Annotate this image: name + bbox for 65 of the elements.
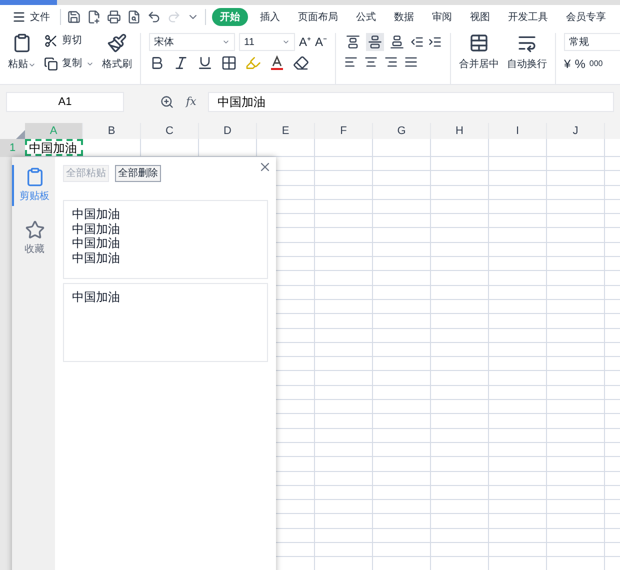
ribbon-tab[interactable]: 数据 xyxy=(388,10,420,24)
undo-icon[interactable] xyxy=(147,10,161,24)
merge-center-button[interactable]: 合并居中 xyxy=(459,33,500,84)
indent-decrease-icon[interactable] xyxy=(410,35,424,49)
vertical-align-button[interactable] xyxy=(388,33,406,51)
zoom-icon[interactable] xyxy=(160,95,174,109)
ribbon-tab[interactable]: 页面布局 xyxy=(292,10,344,24)
close-icon[interactable] xyxy=(258,160,272,174)
clipboard-icon xyxy=(24,167,44,187)
ribbon-tab[interactable]: 会员专享 xyxy=(560,10,612,24)
ribbon-tab[interactable]: 视图 xyxy=(464,10,496,24)
ribbon-tab[interactable]: 插入 xyxy=(254,10,286,24)
format-painter-button[interactable]: 格式刷 xyxy=(102,33,132,84)
italic-icon[interactable] xyxy=(173,55,189,71)
grow-font-button[interactable]: A⁺ xyxy=(299,36,312,48)
fill-color-icon[interactable] xyxy=(245,55,261,71)
menu-icon xyxy=(12,10,26,24)
star-icon xyxy=(24,220,44,240)
align-left-icon[interactable] xyxy=(344,55,358,69)
vertical-align-button[interactable] xyxy=(344,33,362,51)
file-menu-button[interactable]: 文件 xyxy=(8,10,54,24)
caret-icon xyxy=(282,38,290,46)
panel-nav-item[interactable]: 收藏 xyxy=(12,218,55,259)
print-icon[interactable] xyxy=(107,10,121,24)
font-color-icon[interactable] xyxy=(269,55,285,71)
caret-icon xyxy=(222,38,230,46)
borders-icon[interactable] xyxy=(221,55,237,71)
vertical-align-icon xyxy=(346,35,360,49)
vertical-align-icon xyxy=(368,35,382,49)
scissors-icon xyxy=(44,34,58,48)
clear-icon[interactable] xyxy=(293,55,309,71)
font-size-field[interactable]: 11 xyxy=(239,33,295,51)
paste-label: 粘贴 xyxy=(8,57,36,72)
paste-button[interactable]: 粘贴 xyxy=(8,33,36,84)
copy-button[interactable]: 复制 xyxy=(44,56,94,71)
copy-icon xyxy=(44,56,58,70)
font-name-field[interactable]: 宋体 xyxy=(149,33,235,51)
wrap-text-button[interactable]: 自动换行 xyxy=(507,33,548,84)
thousands-button[interactable]: 000 xyxy=(589,58,603,70)
underline-icon[interactable] xyxy=(197,55,213,71)
percent-button[interactable]: % xyxy=(574,55,586,73)
align-center-icon[interactable] xyxy=(364,55,378,69)
vertical-align-button[interactable] xyxy=(366,33,384,51)
vertical-align-icon xyxy=(390,35,404,49)
merge-cells-icon xyxy=(469,33,490,53)
ribbon-tab[interactable]: 开发工具 xyxy=(502,10,554,24)
cut-button[interactable]: 剪切 xyxy=(44,33,94,48)
number-format-field[interactable]: 常规 xyxy=(564,33,620,51)
clipboard-icon xyxy=(12,33,32,53)
print-preview-icon[interactable] xyxy=(127,10,141,24)
clipboard-item[interactable]: 中国加油 xyxy=(63,283,268,362)
indent-increase-icon[interactable] xyxy=(428,35,442,49)
paintbrush-icon xyxy=(107,33,127,53)
align-right-icon[interactable] xyxy=(384,55,398,69)
cell-reference-field[interactable]: A1 xyxy=(6,92,124,112)
justify-icon[interactable] xyxy=(404,55,418,69)
currency-button[interactable]: ¥ xyxy=(564,55,571,73)
clipboard-item[interactable]: 中国加油 中国加油 中国加油 中国加油 xyxy=(63,200,268,279)
formula-field[interactable]: 中国加油 xyxy=(208,92,614,112)
panel-action-button[interactable]: 全部删除 xyxy=(115,165,161,182)
ribbon-tab[interactable]: 审阅 xyxy=(426,10,458,24)
shrink-font-button[interactable]: A⁻ xyxy=(315,36,328,48)
save-icon[interactable] xyxy=(67,10,81,24)
ribbon-tab[interactable]: 公式 xyxy=(350,10,382,24)
insert-function-button[interactable]: fx xyxy=(186,94,196,110)
